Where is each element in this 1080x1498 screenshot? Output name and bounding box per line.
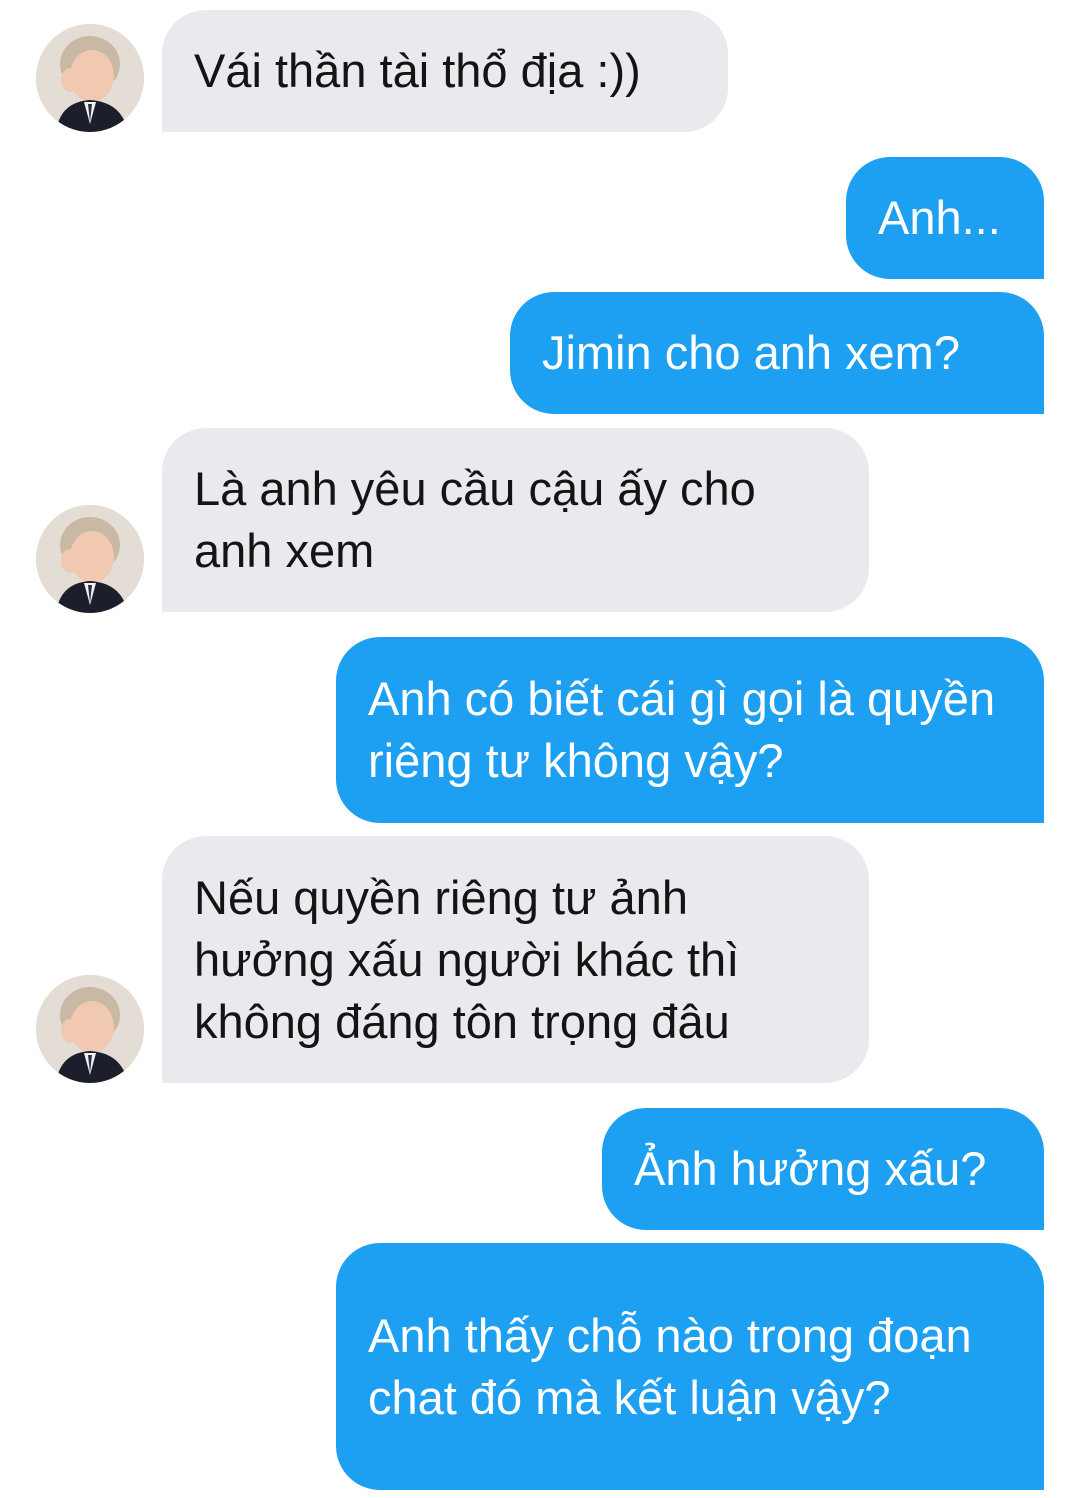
message-text: Là anh yêu cầu cậu ấy cho anh xem <box>194 462 769 577</box>
message-text: Anh thấy chỗ nào trong đoạn chat đó mà k… <box>368 1308 985 1424</box>
message-bubble-outgoing[interactable]: Anh... <box>846 157 1044 279</box>
chat-thread: Vái thần tài thổ địa :)) Anh... Jimin ch… <box>0 0 1080 1498</box>
message-bubble-incoming[interactable]: Vái thần tài thổ địa :)) <box>162 10 728 132</box>
avatar-photo-icon <box>36 505 144 613</box>
message-text: Anh có biết cái gì gọi là quyền riêng tư… <box>368 672 1009 787</box>
avatar-photo-icon <box>36 24 144 132</box>
avatar-photo-icon <box>36 975 144 1083</box>
message-text: Nếu quyền riêng tư ảnh hưởng xấu người k… <box>194 870 753 1048</box>
message-bubble-outgoing[interactable]: Ảnh hưởng xấu? <box>602 1108 1044 1230</box>
message-bubble-incoming[interactable]: Nếu quyền riêng tư ảnh hưởng xấu người k… <box>162 836 869 1083</box>
contact-avatar[interactable] <box>36 505 144 613</box>
message-bubble-outgoing[interactable]: Anh thấy chỗ nào trong đoạn chat đó mà k… <box>336 1243 1044 1490</box>
message-bubble-incoming[interactable]: Là anh yêu cầu cậu ấy cho anh xem <box>162 428 869 612</box>
message-text: Anh... <box>878 191 1001 244</box>
contact-avatar[interactable] <box>36 975 144 1083</box>
contact-avatar[interactable] <box>36 24 144 132</box>
message-text: Jimin cho anh xem? <box>542 326 960 379</box>
message-text: Ảnh hưởng xấu? <box>634 1142 987 1195</box>
message-text: Vái thần tài thổ địa :)) <box>194 44 641 97</box>
message-bubble-outgoing[interactable]: Anh có biết cái gì gọi là quyền riêng tư… <box>336 637 1044 823</box>
message-bubble-outgoing[interactable]: Jimin cho anh xem? <box>510 292 1044 414</box>
